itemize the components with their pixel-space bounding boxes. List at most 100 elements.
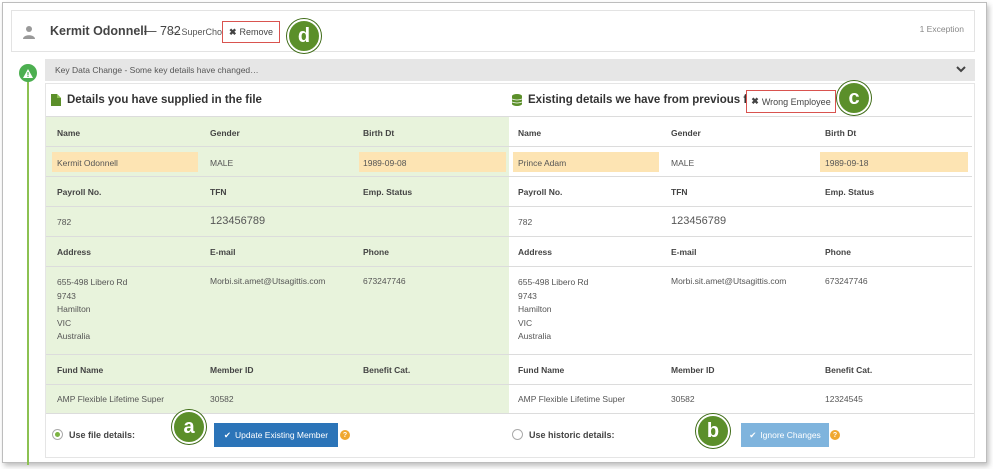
name-label: Name <box>57 128 81 138</box>
values-row-3: 655-498 Libero Rd 9743 Hamilton VIC Aust… <box>509 266 972 354</box>
wrong-employee-label: Wrong Employee <box>761 96 831 107</box>
payroll-value: 782 <box>57 217 72 227</box>
file-details-panel: Name Gender Birth Dt Kermit Odonnell MAL… <box>46 116 509 413</box>
email-label: E-mail <box>210 247 236 257</box>
name-value: Kermit Odonnell <box>57 158 118 168</box>
birth-value: 1989-09-08 <box>363 158 407 168</box>
person-icon <box>23 26 35 39</box>
key-data-change-bar[interactable]: Key Data Change - Some key details have … <box>45 59 975 81</box>
tfn-label: TFN <box>210 187 227 197</box>
callout-d: d <box>287 19 321 53</box>
payroll-label: Payroll No. <box>518 187 563 197</box>
tfn-label: TFN <box>671 187 688 197</box>
check-icon: ✔ <box>749 429 757 440</box>
values-row-3: 655-498 Libero Rd 9743 Hamilton VIC Aust… <box>46 266 509 354</box>
labels-row-2: Payroll No. TFN Emp. Status <box>46 176 509 206</box>
member-label: Member ID <box>210 365 254 375</box>
gender-value: MALE <box>671 158 695 168</box>
warning-icon <box>19 64 37 82</box>
member-name: Kermit Odonnell <box>50 24 148 38</box>
phone-label: Phone <box>363 247 389 257</box>
phone-value: 673247746 <box>825 276 868 286</box>
wrong-employee-button[interactable]: ✖ Wrong Employee <box>746 90 836 113</box>
use-file-details-option[interactable]: Use file details: <box>52 429 135 440</box>
benefit-label: Benefit Cat. <box>363 365 411 375</box>
remove-button[interactable]: ✖ Remove <box>222 21 280 43</box>
update-existing-member-button[interactable]: ✔ Update Existing Member <box>214 423 338 447</box>
values-row-4: AMP Flexible Lifetime Super 30582 <box>46 384 509 413</box>
values-row-1: Prince Adam MALE 1989-09-18 <box>509 146 972 176</box>
ignore-button-label: Ignore Changes <box>760 430 821 440</box>
key-data-change-text: Key Data Change - Some key details have … <box>55 65 259 75</box>
address-value: 655-498 Libero Rd 9743 Hamilton VIC Aust… <box>518 277 589 341</box>
labels-row-1: Name Gender Birth Dt <box>509 116 972 146</box>
tfn-value: 123456789 <box>671 215 727 227</box>
member-value: 30582 <box>210 394 234 404</box>
phone-label: Phone <box>825 247 851 257</box>
use-historic-details-label: Use historic details: <box>529 429 615 440</box>
help-icon[interactable]: ? <box>340 430 350 440</box>
callout-c: c <box>837 81 871 115</box>
gender-label: Gender <box>210 128 240 138</box>
fund-label: Fund Name <box>518 365 565 375</box>
labels-row-4: Fund Name Member ID Benefit Cat. <box>46 354 509 384</box>
birth-label: Birth Dt <box>363 128 395 138</box>
address-value: 655-498 Libero Rd 9743 Hamilton VIC Aust… <box>57 277 128 341</box>
file-details-title: Details you have supplied in the file <box>51 94 262 106</box>
gender-label: Gender <box>671 128 701 138</box>
address-label: Address <box>57 247 92 257</box>
database-icon <box>512 94 522 106</box>
name-label: Name <box>518 128 542 138</box>
labels-row-3: Address E-mail Phone <box>46 236 509 266</box>
ignore-changes-button[interactable]: ✔ Ignore Changes <box>741 423 829 447</box>
help-icon[interactable]: ? <box>830 430 840 440</box>
values-row-1: Kermit Odonnell MALE 1989-09-08 <box>46 146 509 176</box>
tfn-value: 123456789 <box>210 215 266 227</box>
member-exception-card: Kermit Odonnell — 782 — SuperChoice ✖ Re… <box>2 2 987 465</box>
callout-b: b <box>696 414 730 448</box>
email-value: Morbi.sit.amet@Utsagittis.com <box>210 276 326 286</box>
chevron-down-icon[interactable] <box>955 63 967 75</box>
birth-value: 1989-09-18 <box>825 158 869 168</box>
check-icon: ✔ <box>223 429 232 440</box>
exception-count: 1 Exception <box>919 24 964 34</box>
birth-label: Birth Dt <box>825 128 857 138</box>
existing-details-panel: Name Gender Birth Dt Prince Adam MALE 19… <box>509 116 972 413</box>
email-label: E-mail <box>671 247 697 257</box>
phone-value: 673247746 <box>363 276 406 286</box>
close-icon: ✖ <box>228 26 237 37</box>
fund-value: AMP Flexible Lifetime Super <box>518 394 626 404</box>
file-icon <box>51 94 61 106</box>
labels-row-4: Fund Name Member ID Benefit Cat. <box>509 354 972 384</box>
fund-label: Fund Name <box>57 365 104 375</box>
member-value: 30582 <box>671 394 695 404</box>
labels-row-2: Payroll No. TFN Emp. Status <box>509 176 972 206</box>
historic-details-radio[interactable] <box>512 429 523 440</box>
comparison-panel: Details you have supplied in the file Ex… <box>45 81 975 458</box>
values-row-2: 782 123456789 <box>509 206 972 236</box>
values-row-4: AMP Flexible Lifetime Super 30582 123245… <box>509 384 972 413</box>
labels-row-3: Address E-mail Phone <box>509 236 972 266</box>
update-button-label: Update Existing Member <box>235 430 329 440</box>
member-label: Member ID <box>671 365 715 375</box>
benefit-value: 12324545 <box>825 394 863 404</box>
email-value: Morbi.sit.amet@Utsagittis.com <box>671 276 787 286</box>
timeline-line <box>27 79 29 465</box>
payroll-value: 782 <box>518 217 533 227</box>
address-label: Address <box>518 247 553 257</box>
status-label: Emp. Status <box>825 187 875 197</box>
file-details-radio[interactable] <box>52 429 63 440</box>
existing-details-title: Existing details we have from previous f… <box>512 94 766 106</box>
remove-label: Remove <box>239 27 274 37</box>
callout-a: a <box>172 410 206 444</box>
status-label: Emp. Status <box>363 187 413 197</box>
member-header: Kermit Odonnell — 782 — SuperChoice ✖ Re… <box>11 10 975 52</box>
use-historic-details-option[interactable]: Use historic details: <box>512 429 615 440</box>
benefit-label: Benefit Cat. <box>825 365 873 375</box>
gender-value: MALE <box>210 158 234 168</box>
fund-value: AMP Flexible Lifetime Super <box>57 394 165 404</box>
values-row-2: 782 123456789 <box>46 206 509 236</box>
close-icon: ✖ <box>751 96 759 106</box>
labels-row-1: Name Gender Birth Dt <box>46 116 509 146</box>
use-file-details-label: Use file details: <box>69 429 136 440</box>
